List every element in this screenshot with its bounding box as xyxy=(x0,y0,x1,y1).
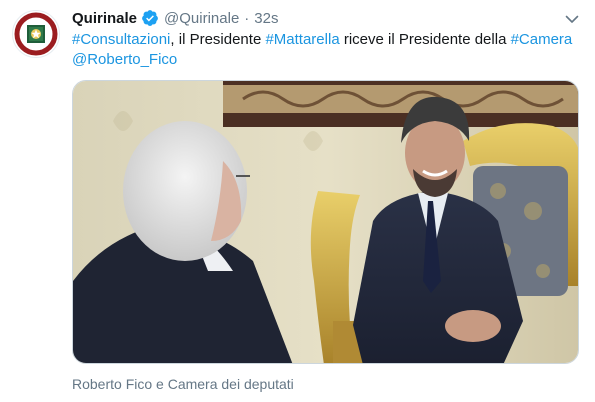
tweet-text-fragment: , il Presidente xyxy=(170,31,266,48)
chevron-down-icon[interactable] xyxy=(563,10,581,28)
verified-badge-icon xyxy=(141,9,159,27)
media-caption: Roberto Fico e Camera dei deputati xyxy=(72,376,294,392)
hashtag-link[interactable]: #Mattarella xyxy=(265,31,339,48)
display-name[interactable]: Quirinale xyxy=(72,10,137,27)
separator-dot: · xyxy=(244,9,250,27)
tweet-text: #Consultazioni, il Presidente #Mattarell… xyxy=(72,30,577,69)
tweet-text-fragment: riceve il Presidente della xyxy=(339,31,511,48)
tweet[interactable]: Quirinale @Quirinale · 32s #Consultazion… xyxy=(0,0,595,402)
hashtag-link[interactable]: #Consultazioni xyxy=(72,31,170,48)
italian-presidency-emblem-icon xyxy=(14,12,58,56)
tweet-photo[interactable] xyxy=(72,80,579,364)
timestamp[interactable]: 32s xyxy=(254,10,278,27)
mention-link[interactable]: @Roberto_Fico xyxy=(72,51,177,68)
tweet-header: Quirinale @Quirinale · 32s xyxy=(72,8,278,28)
avatar[interactable] xyxy=(12,10,60,58)
user-handle[interactable]: @Quirinale xyxy=(164,10,239,27)
hashtag-link[interactable]: #Camera xyxy=(511,31,573,48)
